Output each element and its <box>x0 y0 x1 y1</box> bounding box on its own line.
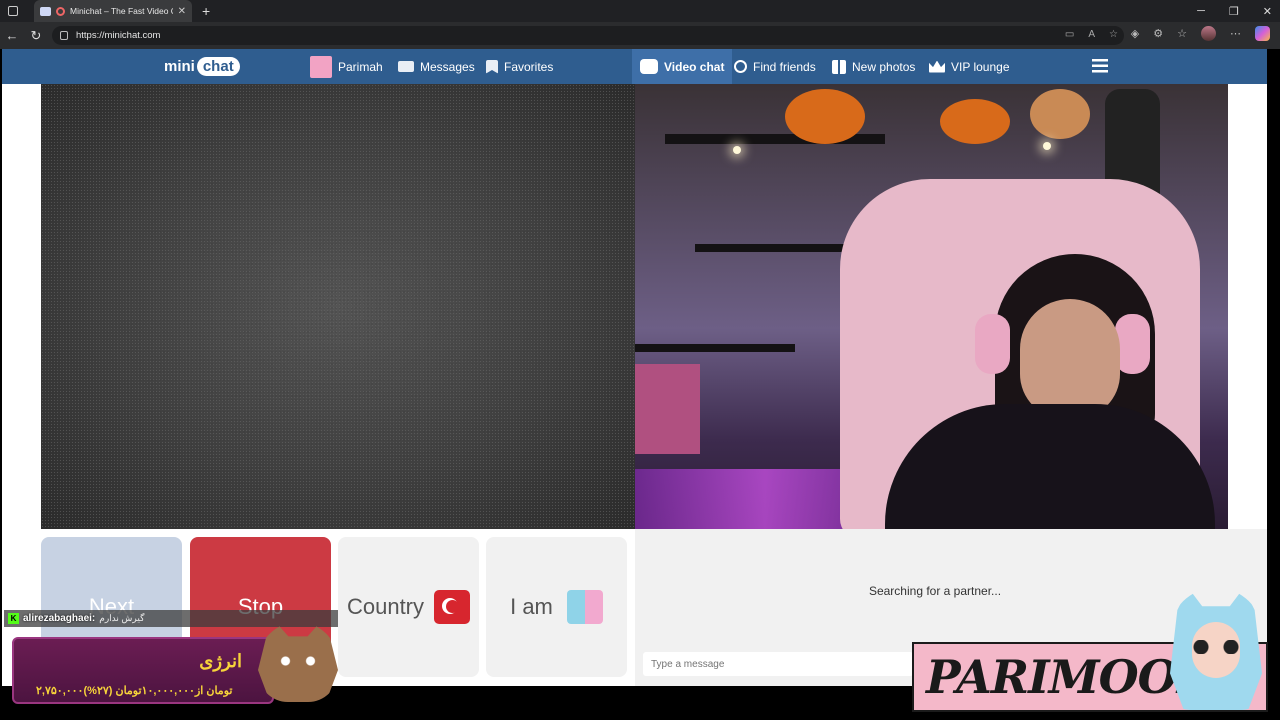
donation-alert: K alirezabaghaei: گیرش ندارم <box>4 610 338 627</box>
nav-profile[interactable]: Parimah <box>310 49 383 84</box>
close-window-icon[interactable]: ✕ <box>1263 5 1272 18</box>
profile-avatar-icon[interactable] <box>1201 26 1216 41</box>
read-aloud-icon[interactable]: A <box>1088 29 1095 40</box>
gender-button-label: I am <box>510 594 553 619</box>
minichat-logo[interactable]: mini chat <box>164 53 240 79</box>
nav-messages-label: Messages <box>420 59 475 74</box>
new-tab-icon[interactable]: + <box>202 3 210 19</box>
avatar-glasses-decoration <box>1186 640 1246 654</box>
nav-new-photos-label: New photos <box>852 59 916 74</box>
minimize-icon[interactable]: ─ <box>1197 5 1205 17</box>
tab-actions-icon[interactable] <box>8 6 18 16</box>
recording-indicator-icon <box>56 6 65 16</box>
nav-find-friends-label: Find friends <box>753 59 816 74</box>
logo-mini-text: mini <box>164 57 195 75</box>
photos-icon <box>832 59 846 74</box>
kick-icon: K <box>8 613 19 624</box>
own-camera-video <box>635 84 1228 529</box>
envelope-icon <box>398 61 414 72</box>
menu-hamburger-icon[interactable] <box>1092 59 1108 73</box>
bookmark-icon <box>486 59 498 74</box>
logo-chat-text: chat <box>196 56 240 76</box>
country-button-label: Country <box>346 594 425 619</box>
nav-find-friends[interactable]: Find friends <box>734 49 816 84</box>
donor-name: alirezabaghaei: <box>23 613 96 624</box>
country-button[interactable]: Country <box>338 537 479 677</box>
video-chat-page: Next Stop Country I am Searching for a p… <box>2 84 1267 686</box>
browser-tab-bar: Minichat – The Fast Video C ✕ + ─ ❐ ✕ <box>0 0 1280 22</box>
gender-couple-icon <box>566 590 603 624</box>
url-field[interactable]: https://minichat.com ▭ A ☆ <box>52 26 1124 45</box>
browser-tab[interactable]: Minichat – The Fast Video C ✕ <box>34 0 192 22</box>
cat-eyes-decoration <box>273 655 323 667</box>
url-text: https://minichat.com <box>76 30 161 41</box>
nav-messages[interactable]: Messages <box>398 49 475 84</box>
search-icon <box>734 60 747 73</box>
close-tab-icon[interactable]: ✕ <box>178 6 186 17</box>
nav-vip-lounge[interactable]: VIP lounge <box>929 49 1010 84</box>
nav-favorites-label: Favorites <box>504 59 554 74</box>
back-icon[interactable]: ← <box>0 28 24 43</box>
message-input[interactable] <box>643 652 913 676</box>
lock-icon[interactable] <box>60 31 68 40</box>
more-icon[interactable]: ⋯ <box>1230 27 1241 40</box>
copilot-icon[interactable] <box>1255 26 1270 41</box>
extensions-icon[interactable]: ⚙ <box>1153 27 1163 40</box>
video-chat-icon <box>640 59 658 74</box>
bookmark-star-icon[interactable]: ☆ <box>1109 29 1118 40</box>
nav-new-photos[interactable]: New photos <box>832 49 915 84</box>
nav-profile-label: Parimah <box>338 59 383 74</box>
address-bar-row: ← ↻ https://minichat.com ▭ A ☆ ◈ ⚙ ☆ ⋯ <box>0 22 1280 49</box>
partner-video <box>41 84 635 529</box>
site-nav: mini chat Parimah Messages Favorites Vid… <box>2 49 1267 84</box>
tab-title: Minichat – The Fast Video C <box>70 6 173 16</box>
gender-button[interactable]: I am <box>486 537 627 677</box>
crown-icon <box>929 60 945 73</box>
user-avatar-icon <box>310 55 332 78</box>
maximize-icon[interactable]: ❐ <box>1229 5 1239 18</box>
site-favicon-icon <box>40 6 51 16</box>
energy-goal-widget: انرژی ۲,۷۵۰,۰۰۰تومان از۱۰,۰۰۰,۰۰۰تومان (… <box>12 637 274 704</box>
donor-message: گیرش ندارم <box>99 613 145 623</box>
turkey-flag-icon <box>434 590 471 624</box>
video-icon[interactable]: ▭ <box>1065 29 1074 40</box>
shield-icon[interactable]: ◈ <box>1131 27 1139 40</box>
favorites-icon[interactable]: ☆ <box>1177 27 1187 40</box>
energy-goal-title: انرژی <box>199 651 242 671</box>
nav-vip-lounge-label: VIP lounge <box>951 59 1010 74</box>
energy-goal-progress: ۲,۷۵۰,۰۰۰تومان از۱۰,۰۰۰,۰۰۰تومان (۲۷%) <box>36 685 233 697</box>
search-status: Searching for a partner... <box>868 584 1002 598</box>
nav-video-chat-label: Video chat <box>664 59 725 74</box>
nav-favorites[interactable]: Favorites <box>486 49 553 84</box>
nav-video-chat[interactable]: Video chat <box>632 49 733 84</box>
reload-icon[interactable]: ↻ <box>24 28 48 44</box>
